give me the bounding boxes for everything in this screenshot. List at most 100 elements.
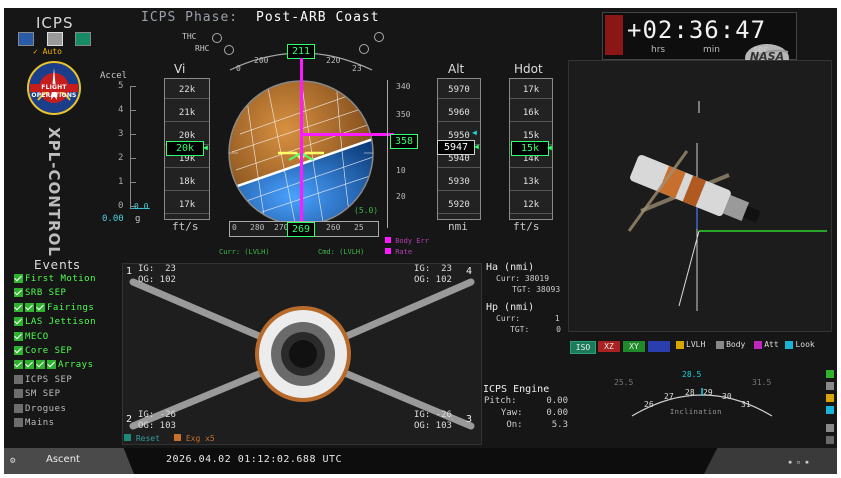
event-checkbox[interactable] — [14, 360, 23, 370]
quadrant-1-values: IG: 23 OG: 102 — [138, 264, 176, 285]
event-row-mains[interactable]: Mains — [14, 418, 55, 432]
events-title: Events — [34, 258, 81, 272]
view-xz-button[interactable]: XZ — [598, 341, 620, 352]
right-footer-tab[interactable] — [704, 448, 837, 474]
quadrant-3-number: 3 — [466, 414, 473, 425]
right-checkbox-4[interactable] — [826, 406, 834, 414]
alt-tick-mark — [438, 213, 480, 214]
accel-tick: 2 — [118, 153, 124, 163]
adi-bottom-tick: 25 — [354, 223, 364, 232]
alt-target-icon: ◀ — [472, 128, 477, 137]
accel-value: 0.00 — [102, 214, 124, 224]
adi-right-tick: 20 — [396, 192, 406, 201]
clock-min-label: min — [703, 45, 720, 55]
inclination-label: Inclination — [670, 408, 722, 416]
alt-unit: nmi — [448, 220, 468, 233]
clock-hrs-label: hrs — [651, 45, 666, 55]
inclination-tick: 27 — [664, 392, 674, 401]
event-row-srb-sep[interactable]: SRB SEP — [14, 288, 66, 302]
inclination-tick: 29 — [703, 388, 713, 397]
accel-tick: 1 — [118, 177, 124, 187]
alt-tick: 5970 — [448, 85, 470, 95]
alt-tick-mark — [438, 167, 480, 168]
vi-tick: 17k — [178, 200, 196, 210]
inclination-value: 28.5 — [682, 370, 702, 379]
event-checkbox[interactable] — [36, 360, 45, 370]
right-checkbox-1[interactable] — [826, 370, 834, 378]
event-checkbox[interactable] — [36, 302, 45, 312]
view-xy-button[interactable]: XY — [623, 341, 645, 352]
event-checkbox[interactable] — [14, 346, 23, 355]
window-controls-icon[interactable]: ▪ ▫ ▪ — [788, 458, 809, 466]
event-checkbox[interactable] — [14, 331, 23, 341]
hdot-tick: 13k — [522, 177, 540, 187]
event-checkbox[interactable] — [14, 274, 23, 283]
view-options: LVLH Body Att Look — [676, 340, 815, 349]
event-checkbox[interactable] — [14, 302, 23, 312]
event-row-sm-sep[interactable]: SM SEP — [14, 389, 61, 403]
vi-tick: 18k — [178, 177, 196, 187]
event-row-fairings[interactable]: Fairings — [14, 302, 94, 317]
event-row-first-motion[interactable]: First Motion — [14, 274, 96, 288]
quadrant-3-values: IG: -26 OG: 103 — [414, 410, 452, 431]
right-checkbox-2[interactable] — [826, 382, 834, 390]
hp-title: Hp (nmi) — [486, 302, 535, 313]
alt-tick-mark — [438, 190, 480, 191]
clock-prefix: + — [627, 16, 643, 44]
view-select-button-3[interactable] — [75, 32, 91, 46]
quadrant-4-number: 4 — [466, 266, 473, 277]
hp-curr: Curr: 1 — [496, 314, 560, 323]
view-iso-button[interactable]: ISO — [570, 341, 596, 354]
lvlh-toggle[interactable]: LVLH — [676, 340, 705, 349]
accel-marker: 0.0 — [134, 202, 149, 211]
event-checkbox[interactable] — [25, 302, 34, 312]
event-label: ICPS SEP — [25, 374, 73, 385]
event-row-drogues[interactable]: Drogues — [14, 403, 66, 418]
event-checkbox[interactable] — [14, 403, 23, 413]
hdot-tick: 15k — [522, 131, 540, 141]
alt-tick: 5940 — [448, 154, 470, 164]
vehicle-3d-view[interactable] — [568, 60, 832, 332]
event-row-arrays[interactable]: Arrays — [14, 360, 94, 374]
adi-rate-toggle[interactable]: Rate — [385, 248, 412, 256]
att-toggle[interactable]: Att — [754, 340, 779, 349]
hdot-readout: 15k — [511, 141, 549, 156]
alt-tick-mark — [438, 98, 480, 99]
adi-bottom-readout: 269 — [287, 222, 315, 237]
event-checkbox[interactable] — [14, 374, 23, 384]
utc-timestamp: 2026.04.02 01:12:02.688 UTC — [166, 454, 343, 465]
event-row-meco[interactable]: MECO — [14, 331, 49, 346]
accel-tick-mark — [130, 110, 136, 111]
event-checkbox[interactable] — [14, 418, 23, 427]
exaggerate-button[interactable]: Exg x5 — [174, 434, 215, 443]
event-label: Core SEP — [25, 346, 73, 356]
view-yz-button[interactable]: YZ — [648, 341, 670, 352]
view-select-button-2[interactable] — [47, 32, 63, 46]
right-checkbox-5[interactable] — [826, 424, 834, 432]
event-row-las-jettison[interactable]: LAS Jettison — [14, 317, 96, 331]
right-checkbox-3[interactable] — [826, 394, 834, 402]
icps-display: ICPS ✓ Auto FLIGHT OPERATIONS XPL-CONTRO… — [4, 8, 837, 474]
app-title: ICPS — [36, 14, 74, 32]
hdot-tick-mark — [510, 190, 552, 191]
adi-body-err-toggle[interactable]: Body Err — [385, 237, 429, 245]
body-toggle[interactable]: Body — [716, 340, 745, 349]
event-checkbox[interactable] — [47, 360, 56, 370]
hdot-label: Hdot — [514, 62, 543, 76]
event-row-core-sep[interactable]: Core SEP — [14, 346, 72, 360]
right-checkbox-6[interactable] — [826, 436, 834, 444]
reset-button[interactable]: Reset — [124, 434, 160, 443]
view-select-button-1[interactable] — [18, 32, 34, 46]
look-toggle[interactable]: Look — [785, 340, 815, 349]
quadrant-1-number: 1 — [126, 266, 133, 277]
quadrant-2-values: IG: -26 OG: 103 — [138, 410, 176, 431]
event-checkbox[interactable] — [14, 317, 23, 327]
settings-icon[interactable]: ⚙ — [10, 456, 15, 466]
inclination-tick: 28 — [685, 388, 695, 397]
event-row-icps-sep[interactable]: ICPS SEP — [14, 374, 73, 389]
event-checkbox[interactable] — [14, 288, 23, 298]
event-checkbox[interactable] — [25, 360, 34, 370]
auto-toggle[interactable]: ✓ Auto — [33, 47, 62, 56]
event-label: Arrays — [58, 360, 94, 371]
event-checkbox[interactable] — [14, 389, 23, 399]
